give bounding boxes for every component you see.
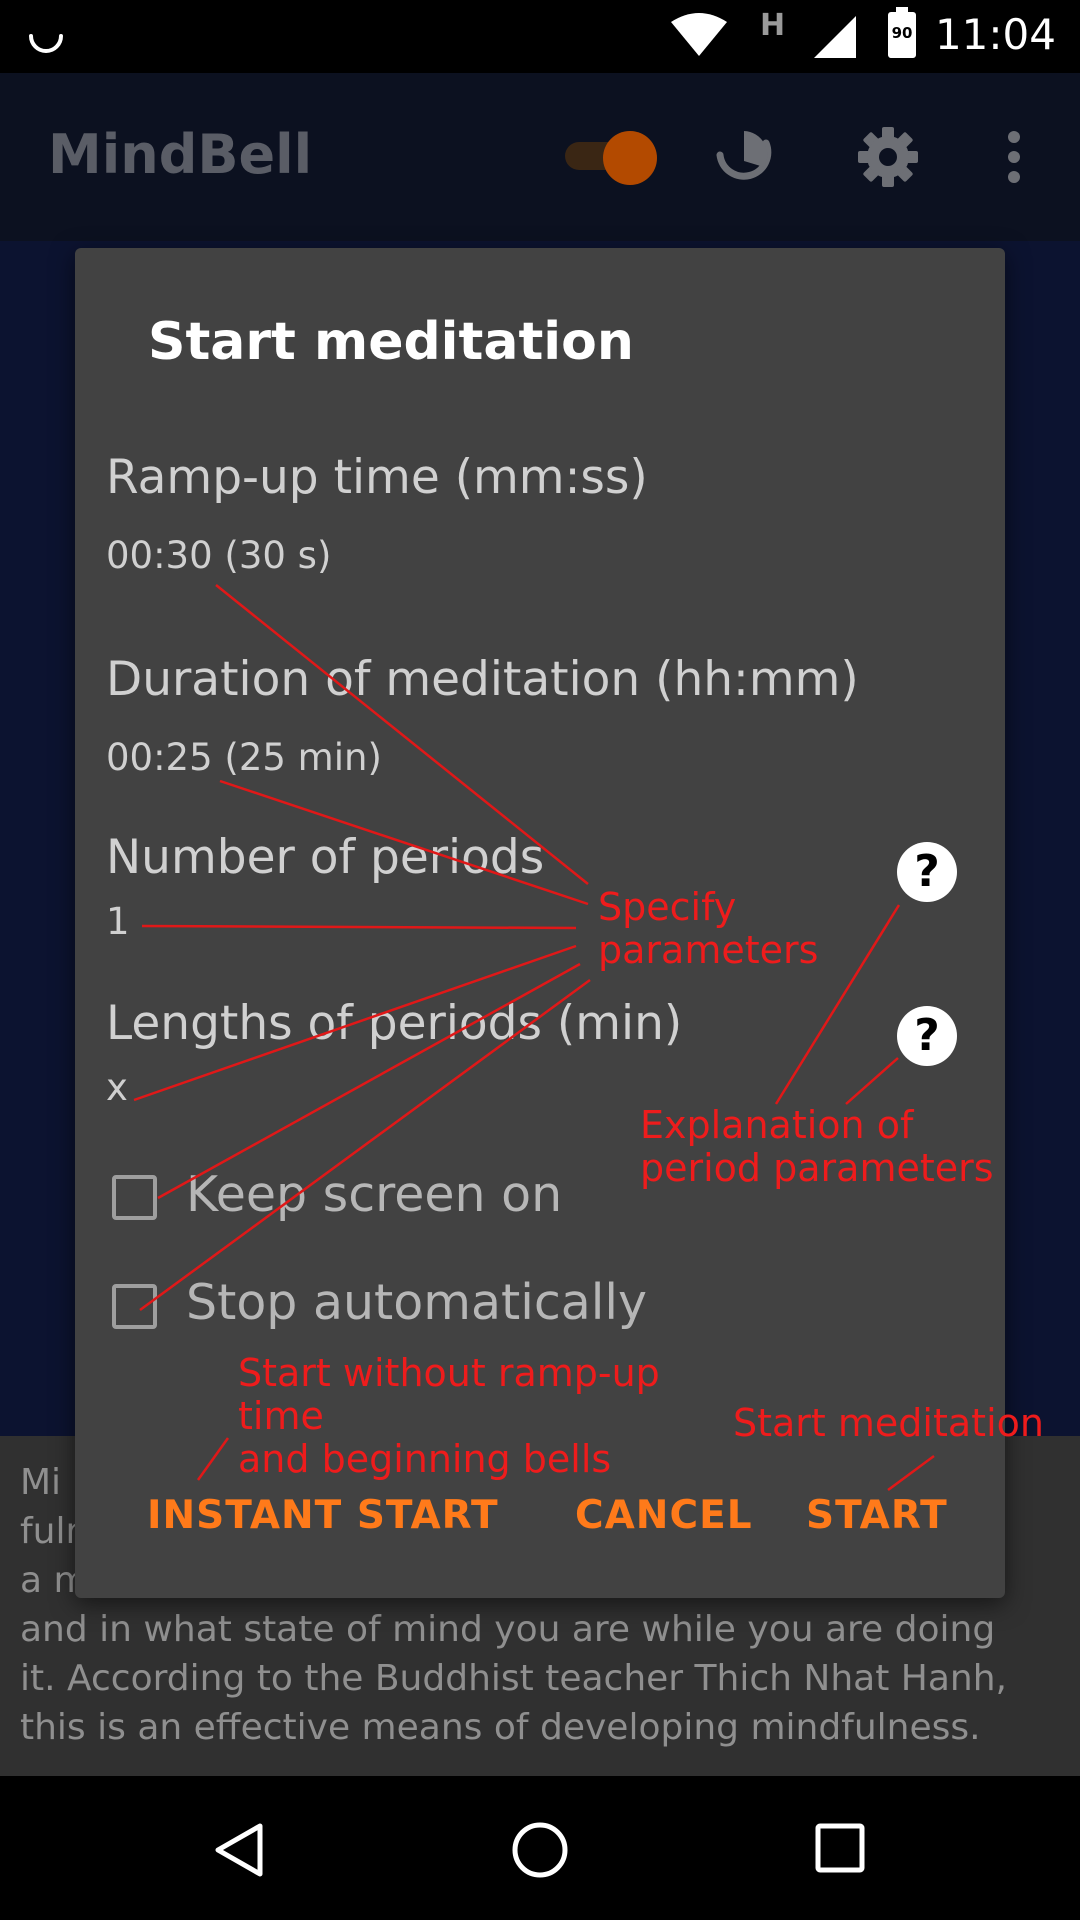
- screen: H 90 11:04 MindBell Mi fuln a m and in w…: [0, 0, 1080, 1920]
- annotation-line: [157, 962, 581, 1200]
- annotation-line: [196, 1437, 230, 1481]
- annotation-line: [141, 924, 577, 930]
- annotation-start-meditation: Start meditation: [733, 1401, 1044, 1445]
- annotation-line: [215, 584, 589, 885]
- recents-icon[interactable]: [814, 1822, 866, 1874]
- home-icon[interactable]: [510, 1820, 570, 1880]
- annotation-lines: [133, 584, 935, 1492]
- annotation-line: [845, 1057, 899, 1105]
- back-icon[interactable]: [210, 1820, 270, 1880]
- annotation-specify-parameters: Specify parameters: [598, 885, 819, 972]
- annotation-period-explanation: Explanation of period parameters: [640, 1103, 994, 1190]
- annotation-line: [139, 978, 591, 1312]
- annotation-line: [219, 779, 589, 906]
- navigation-bar: [0, 1776, 1080, 1920]
- annotation-line: [133, 944, 577, 1102]
- annotation-line: [887, 1454, 935, 1492]
- annotation-instant-start: Start without ramp-up time and beginning…: [238, 1351, 660, 1481]
